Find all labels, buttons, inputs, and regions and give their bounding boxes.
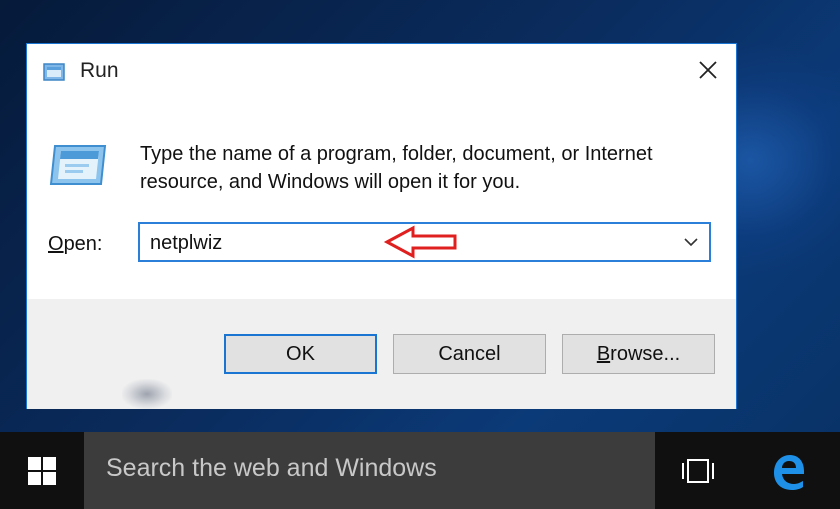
ok-button[interactable]: OK bbox=[224, 334, 377, 374]
start-button[interactable] bbox=[0, 432, 84, 509]
browse-label: rowse... bbox=[610, 342, 681, 365]
edge-button[interactable] bbox=[758, 444, 818, 498]
red-arrow-left-icon bbox=[383, 225, 457, 259]
browse-button[interactable]: Browse... bbox=[562, 334, 715, 374]
dialog-description: Type the name of a program, folder, docu… bbox=[140, 143, 653, 193]
close-button[interactable] bbox=[690, 54, 726, 86]
taskbar-search-box[interactable]: Search the web and Windows bbox=[84, 432, 655, 509]
cancel-button[interactable]: Cancel bbox=[393, 334, 546, 374]
dialog-title: Run bbox=[80, 59, 119, 82]
open-input[interactable]: netplwiz bbox=[150, 232, 222, 255]
run-large-icon bbox=[49, 145, 107, 185]
task-view-button[interactable] bbox=[672, 446, 724, 496]
dialog-button-area: OK Cancel Browse... bbox=[27, 299, 736, 409]
run-icon bbox=[43, 63, 65, 81]
run-dialog: Run Type the name of a program, folder, … bbox=[26, 43, 737, 409]
footer-smudge bbox=[122, 379, 172, 409]
windows-logo-icon bbox=[28, 456, 56, 485]
task-view-icon bbox=[682, 459, 714, 483]
dialog-titlebar[interactable]: Run bbox=[27, 44, 736, 98]
open-label: Open: bbox=[48, 233, 103, 256]
chevron-down-icon[interactable] bbox=[683, 235, 699, 249]
search-placeholder: Search the web and Windows bbox=[106, 454, 437, 482]
open-label-text: pen: bbox=[63, 233, 103, 255]
browse-mnemonic: B bbox=[596, 342, 611, 365]
taskbar: Search the web and Windows bbox=[0, 432, 840, 509]
close-icon bbox=[699, 61, 717, 79]
open-label-mnemonic: O bbox=[48, 233, 64, 255]
edge-icon bbox=[774, 455, 804, 490]
